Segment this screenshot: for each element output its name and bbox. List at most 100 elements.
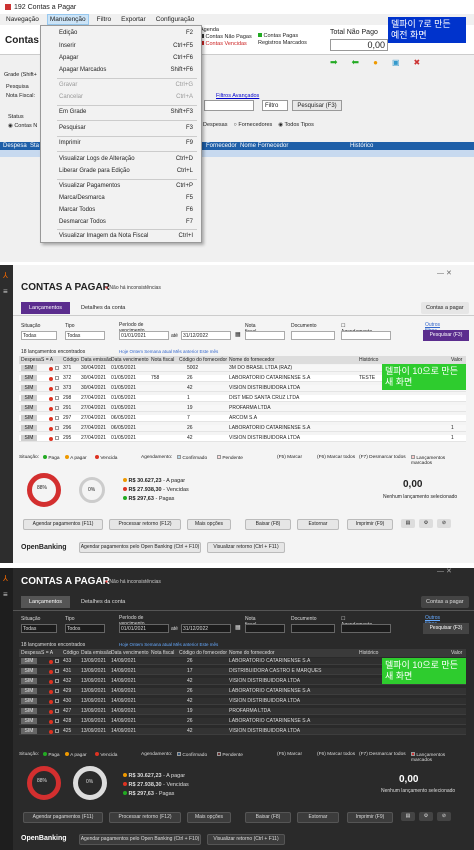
menu-item-em-grade[interactable]: Em Grade Shift+F3 xyxy=(41,109,201,115)
settings-icon[interactable]: ⚙ xyxy=(419,519,433,528)
col-status[interactable]: Sta xyxy=(30,143,39,149)
menu-item-imprimir[interactable]: Imprimir F9 xyxy=(41,140,201,146)
imprimir-button-dark[interactable]: Imprimir (F9) xyxy=(347,812,393,823)
row-checkbox[interactable] xyxy=(55,679,59,683)
row-checkbox[interactable] xyxy=(55,376,59,380)
row-checkbox[interactable] xyxy=(55,396,59,400)
marcar-link[interactable]: (F5) Marcar xyxy=(277,455,302,460)
cancel-icon[interactable]: ⊘ xyxy=(437,519,451,528)
pesquisar-button-dark[interactable]: Pesquisar (F3) xyxy=(423,623,469,634)
contas-a-pagar-button-dark[interactable]: Contas a pagar xyxy=(421,596,469,608)
row-checkbox[interactable] xyxy=(55,729,59,733)
tab-detalhes[interactable]: Detalhes da conta xyxy=(73,302,133,314)
tab-lancamentos[interactable]: Lançamentos xyxy=(21,302,71,314)
quick-dates[interactable]: Hoje Ontem Semana atual Mês anterior Est… xyxy=(119,349,218,354)
menu-item-desmarcar-todos[interactable]: Desmarcar Todos F7 xyxy=(41,219,201,225)
menu-item-visualizar-pagamentos[interactable]: Visualizar Pagamentos Ctrl+P xyxy=(41,183,201,189)
settings-icon-dark[interactable]: ⚙ xyxy=(419,812,433,821)
row-checkbox[interactable] xyxy=(55,366,59,370)
despesas-radio[interactable]: Despesas xyxy=(203,122,227,128)
row-checkbox[interactable] xyxy=(55,699,59,703)
date-to-input-dark[interactable]: 31/12/2022 xyxy=(181,624,231,633)
marcar-todos-link[interactable]: (F6) Marcar todos xyxy=(317,455,355,460)
menu-item-edicao[interactable]: Edição F2 xyxy=(41,30,201,36)
table-row[interactable]: SIM 291 27/04/2021 01/05/2021 19 PROFARMA LTD… xyxy=(19,405,466,412)
row-checkbox[interactable] xyxy=(55,669,59,673)
search-input[interactable] xyxy=(204,100,254,111)
row-checkbox[interactable] xyxy=(55,659,59,663)
menu-item-marcar-todos[interactable]: Marcar Todos F6 xyxy=(41,207,201,213)
menu-item-pesquisar[interactable]: Pesquisar F3 xyxy=(41,125,201,131)
menu-filtro[interactable]: Filtro xyxy=(95,15,113,24)
nota-fiscal-input-dark[interactable] xyxy=(245,624,285,633)
table-row[interactable]: SIM 427 13/09/2021 14/09/2021 19 PROFARMA LTD… xyxy=(19,708,466,715)
ob-visualizar-button[interactable]: Visualizar retorno (Ctrl + F11) xyxy=(207,542,285,553)
filtro-select[interactable]: Filtro xyxy=(262,100,288,111)
col-historico[interactable]: Histórico xyxy=(350,143,373,149)
agendar-button-dark[interactable]: Agendar pagamentos (F11) xyxy=(23,812,103,823)
imprimir-button[interactable]: Imprimir (F9) xyxy=(347,519,393,530)
marcar-link-dark[interactable]: (F5) Marcar xyxy=(277,752,302,757)
menu-navegacao[interactable]: Navegação xyxy=(4,15,41,24)
menu-configuracao[interactable]: Configuração xyxy=(154,15,197,24)
desmarcar-todos-link-dark[interactable]: (F7) Desmarcar todos xyxy=(359,752,406,757)
date-from-input-dark[interactable]: 01/01/2021 xyxy=(119,624,169,633)
menu-exportar[interactable]: Exportar xyxy=(119,15,148,24)
mais-opcoes-button-dark[interactable]: Mais opções xyxy=(187,812,231,823)
menu-item-logs[interactable]: Visualizar Logs de Alteração Ctrl+D xyxy=(41,156,201,162)
situacao-select-dark[interactable]: Todas xyxy=(21,624,57,633)
col-fornecedor[interactable]: Fornecedor xyxy=(206,143,237,149)
fornecedores-radio[interactable]: ○ Fornecedores xyxy=(233,122,272,128)
window-controls-dark[interactable]: — ✕ xyxy=(437,568,452,575)
contas-radio[interactable]: ◉ Contas N xyxy=(8,123,37,129)
menu-item-imagem-nf[interactable]: Visualizar Imagem da Nota Fiscal Ctrl+I xyxy=(41,233,201,239)
calendar-icon-dark[interactable]: ▦ xyxy=(235,624,241,631)
table-row[interactable]: SIM 428 13/09/2021 14/09/2021 26 LABORATORIO … xyxy=(19,718,466,725)
tipo-select-dark[interactable]: Todos xyxy=(65,624,105,633)
baixar-button-dark[interactable]: Baixar (F8) xyxy=(245,812,291,823)
window-controls[interactable]: — ✕ xyxy=(437,269,452,277)
tab-lancamentos-dark[interactable]: Lançamentos xyxy=(21,596,71,608)
todos-tipos-radio[interactable]: ◉ Todos Tipos xyxy=(278,122,314,128)
row-checkbox[interactable] xyxy=(55,406,59,410)
hamburger-icon[interactable]: ≡ xyxy=(3,287,8,296)
filtros-link[interactable]: Filtros Avançados xyxy=(216,93,259,99)
pesquisar-button[interactable]: Pesquisar (F3) xyxy=(423,330,469,341)
pesquisar-button[interactable]: Pesquisar (F3) xyxy=(292,100,342,111)
table-row[interactable]: SIM 297 27/04/2021 06/05/2021 7 ARCOM S.A xyxy=(19,415,466,422)
documento-input[interactable] xyxy=(291,331,335,340)
row-checkbox[interactable] xyxy=(55,709,59,713)
row-checkbox[interactable] xyxy=(55,386,59,390)
menu-item-marca-desmarca[interactable]: Marca/Desmarca F5 xyxy=(41,195,201,201)
desmarcar-todos-link[interactable]: (F7) Desmarcar todos xyxy=(359,455,406,460)
search-icon[interactable]: ● xyxy=(373,58,378,67)
delete-icon[interactable]: ✖ xyxy=(414,58,421,67)
menu-item-inserir[interactable]: Inserir Ctrl+F5 xyxy=(41,43,201,49)
estornar-button[interactable]: Estornar xyxy=(297,519,339,530)
calendar-icon[interactable]: ▦ xyxy=(235,331,241,338)
mais-opcoes-button[interactable]: Mais opções xyxy=(187,519,231,530)
tab-detalhes-dark[interactable]: Detalhes da conta xyxy=(73,596,133,608)
row-checkbox[interactable] xyxy=(55,719,59,723)
processar-retorno-button-dark[interactable]: Processar retorno (F12) xyxy=(109,812,181,823)
table-row[interactable]: SIM 295 27/04/2021 01/05/2021 42 VISION DISTR… xyxy=(19,435,466,442)
table-row[interactable]: SIM 430 13/09/2021 14/09/2021 42 VISION DISTR… xyxy=(19,698,466,705)
cancel-icon-dark[interactable]: ⊘ xyxy=(437,812,451,821)
export-icon[interactable]: ▤ xyxy=(401,519,415,528)
print-icon[interactable]: ▣ xyxy=(392,58,400,67)
nota-fiscal-input[interactable] xyxy=(245,331,285,340)
row-checkbox[interactable] xyxy=(55,436,59,440)
processar-retorno-button[interactable]: Processar retorno (F12) xyxy=(109,519,181,530)
row-checkbox[interactable] xyxy=(55,416,59,420)
date-to-input[interactable]: 31/12/2022 xyxy=(181,331,231,340)
agendamento-select[interactable] xyxy=(341,331,391,340)
export-icon-dark[interactable]: ▤ xyxy=(401,812,415,821)
table-row[interactable]: SIM 429 13/09/2021 14/09/2021 26 LABORATORIO … xyxy=(19,688,466,695)
agendamento-select-dark[interactable] xyxy=(341,624,391,633)
contas-a-pagar-button[interactable]: Contas a pagar xyxy=(421,302,469,314)
table-row[interactable]: SIM 298 27/04/2021 01/05/2021 1 DIST MED SANT… xyxy=(19,395,466,402)
menu-manutencao[interactable]: Manutenção xyxy=(46,14,89,25)
ob-agendar-button[interactable]: Agendar pagamentos pelo Open Banking (Ct… xyxy=(79,542,201,553)
col-nome-fornecedor[interactable]: Nome Fornecedor xyxy=(240,143,288,149)
col-despesa[interactable]: Despesa xyxy=(3,143,27,149)
